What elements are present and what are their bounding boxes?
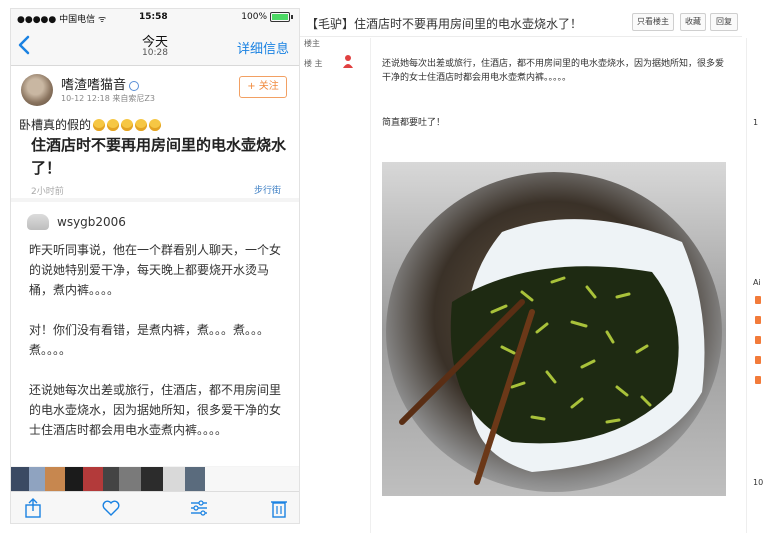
thread-title: 【毛驴】住酒店时不要再用房间里的电水壶烧水了！	[306, 17, 583, 31]
avatar[interactable]	[21, 74, 53, 106]
sidebar-marker	[755, 356, 761, 364]
sidebar-marker	[755, 376, 761, 384]
crying-emoji-icon	[107, 118, 120, 131]
divider	[300, 36, 742, 37]
post-paragraph: 还说她每次出差或旅行，住酒店，都不用房间里的电水壶烧水，因为据她所知，很多爱干净…	[382, 59, 725, 83]
post-teaser: 卧槽真的假的	[19, 116, 162, 133]
thumbnail[interactable]	[163, 467, 185, 491]
original-post: 嗜渣嗜猫音 10-12 12:18 来自索尼Z3 + 关注 卧槽真的假的 住酒店…	[11, 66, 299, 198]
reply-button[interactable]: 回复	[710, 13, 738, 31]
sidebar-text: Ai	[753, 278, 761, 287]
sidebar-marker	[755, 296, 761, 304]
op-tag: 楼主	[304, 39, 320, 48]
carrier-label: ●●●●● 中国电信 ᯤ	[17, 15, 107, 25]
post-headline: 住酒店时不要再用房间里的电水壶烧水了！	[31, 136, 287, 177]
battery-indicator: 100%	[241, 12, 293, 22]
thumbnail[interactable]	[141, 467, 163, 491]
quoted-comment: wsygb2006 昨天听同事说，他在一个群看别人聊天，一个女的说她特别爱干净，…	[11, 202, 299, 466]
crying-emoji-icon	[135, 118, 148, 131]
thumbnail[interactable]	[185, 467, 205, 491]
post-meta: 10-12 12:18 来自索尼Z3	[61, 94, 155, 103]
author-column: 楼主 楼 主	[300, 38, 371, 533]
sidebar-text: 1	[753, 118, 759, 127]
sidebar-text: 10	[753, 478, 764, 487]
comment-body: 昨天听同事说，他在一个群看别人聊天，一个女的说她特别爱干净，每天晚上都要烧开水烫…	[29, 243, 282, 437]
thumbnail[interactable]	[29, 467, 45, 491]
heart-icon[interactable]	[101, 498, 121, 518]
post-paragraph: 简直都要吐了！	[382, 118, 446, 128]
trash-icon[interactable]	[269, 498, 289, 518]
thumbnail[interactable]	[119, 467, 141, 491]
details-link[interactable]: 详细信息	[237, 38, 289, 57]
phone-screenshot: ●●●●● 中国电信 ᯤ 15:58 100% 今天 10:28 详细信息 嗜渣…	[10, 8, 300, 524]
board-link[interactable]: 步行街	[254, 183, 281, 196]
thumbnail[interactable]	[205, 467, 299, 491]
sidebar-marker	[755, 316, 761, 324]
verified-icon	[129, 80, 140, 91]
user-icon	[343, 55, 353, 68]
right-sidebar: 1 Ai 10	[746, 38, 768, 533]
forum-page: 【毛驴】住酒店时不要再用房间里的电水壶烧水了！ 只看楼主 收藏 回复 楼主 楼 …	[300, 0, 768, 533]
status-time: 15:58	[139, 12, 168, 22]
battery-tip	[291, 15, 293, 19]
sliders-icon[interactable]	[189, 498, 209, 518]
op-label: 楼 主	[304, 59, 323, 68]
status-bar: ●●●●● 中国电信 ᯤ 15:58 100%	[11, 9, 299, 25]
crying-emoji-icon	[121, 118, 134, 131]
thumbnail[interactable]	[83, 467, 103, 491]
thumbnail-strip	[11, 467, 299, 491]
battery-percent: 100%	[241, 12, 267, 22]
crying-emoji-icon	[93, 118, 106, 131]
kettle-photo	[382, 162, 726, 496]
thumbnail[interactable]	[65, 467, 83, 491]
post-time: 2小时前	[31, 187, 64, 197]
thumbnail[interactable]	[45, 467, 65, 491]
comment-username[interactable]: wsygb2006	[57, 215, 126, 229]
username-text: 嗜渣嗜猫音	[61, 78, 127, 93]
thumbnail[interactable]	[103, 467, 119, 491]
favorite-button[interactable]: 收藏	[680, 13, 706, 31]
thumbnail[interactable]	[11, 467, 29, 491]
nav-bar: 今天 10:28 详细信息	[11, 25, 299, 66]
crying-emoji-icon	[149, 118, 162, 131]
bottom-toolbar	[11, 491, 299, 523]
share-icon[interactable]	[23, 498, 43, 518]
sidebar-marker	[755, 336, 761, 344]
teaser-text: 卧槽真的假的	[19, 118, 92, 132]
comment-avatar	[27, 214, 49, 230]
only-op-button[interactable]: 只看楼主	[632, 13, 674, 31]
follow-button[interactable]: + 关注	[239, 76, 287, 98]
battery-icon	[270, 12, 290, 22]
post-username[interactable]: 嗜渣嗜猫音	[61, 74, 140, 93]
